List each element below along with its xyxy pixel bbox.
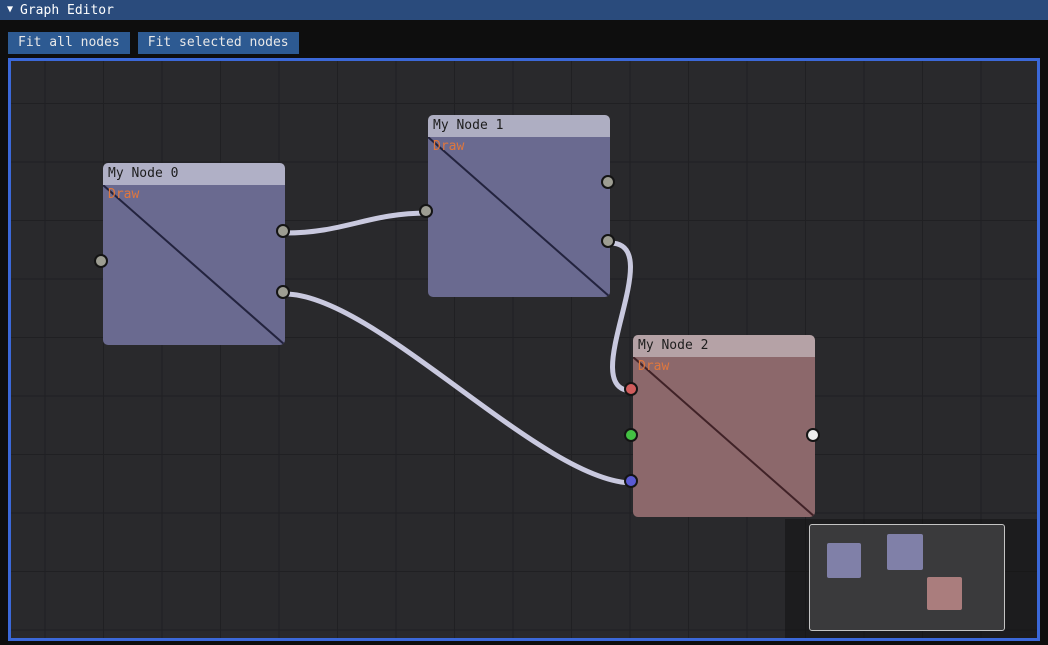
node-my-node-0[interactable]: My Node 0 Draw [103, 163, 285, 345]
link-2[interactable] [610, 243, 633, 391]
toolbar: Fit all nodes Fit selected nodes [8, 32, 299, 54]
window-titlebar[interactable]: ▼ Graph Editor [0, 0, 1048, 20]
minimap-node-0[interactable] [827, 543, 861, 578]
minimap-node-1[interactable] [887, 534, 923, 570]
node-titlebar[interactable]: My Node 0 [103, 163, 285, 185]
link-0[interactable] [285, 213, 428, 233]
pin-output-2[interactable] [601, 234, 615, 248]
node-draw-canvas [428, 137, 610, 297]
fit-all-nodes-button[interactable]: Fit all nodes [8, 32, 130, 54]
node-draw-label: Draw [433, 139, 464, 154]
graph-grid[interactable]: My Node 0 Draw My Node 1 Draw My Node 2 Draw [11, 61, 1037, 638]
pin-input-blue[interactable] [624, 474, 638, 488]
node-body[interactable]: Draw [103, 185, 285, 345]
graph-canvas[interactable]: My Node 0 Draw My Node 1 Draw My Node 2 Draw [8, 58, 1040, 641]
node-my-node-1[interactable]: My Node 1 Draw [428, 115, 610, 297]
pin-input[interactable] [94, 254, 108, 268]
node-my-node-2[interactable]: My Node 2 Draw [633, 335, 815, 517]
node-title: My Node 1 [433, 118, 503, 133]
node-titlebar[interactable]: My Node 1 [428, 115, 610, 137]
node-body[interactable]: Draw [633, 357, 815, 517]
pin-input-green[interactable] [624, 428, 638, 442]
node-draw-label: Draw [108, 187, 139, 202]
fit-selected-nodes-button[interactable]: Fit selected nodes [138, 32, 299, 54]
node-title: My Node 2 [638, 338, 708, 353]
node-body[interactable]: Draw [428, 137, 610, 297]
window-title: Graph Editor [20, 3, 114, 18]
node-draw-canvas [103, 185, 285, 345]
collapse-arrow-icon[interactable]: ▼ [7, 5, 13, 15]
pin-input-red[interactable] [624, 382, 638, 396]
pin-output-white[interactable] [806, 428, 820, 442]
pin-output-1[interactable] [601, 175, 615, 189]
pin-output-2[interactable] [276, 285, 290, 299]
node-title: My Node 0 [108, 166, 178, 181]
pin-output-1[interactable] [276, 224, 290, 238]
minimap-node-2[interactable] [927, 577, 962, 610]
node-draw-canvas [633, 357, 815, 517]
link-1[interactable] [285, 294, 633, 483]
node-draw-label: Draw [638, 359, 669, 374]
node-titlebar[interactable]: My Node 2 [633, 335, 815, 357]
pin-input[interactable] [419, 204, 433, 218]
